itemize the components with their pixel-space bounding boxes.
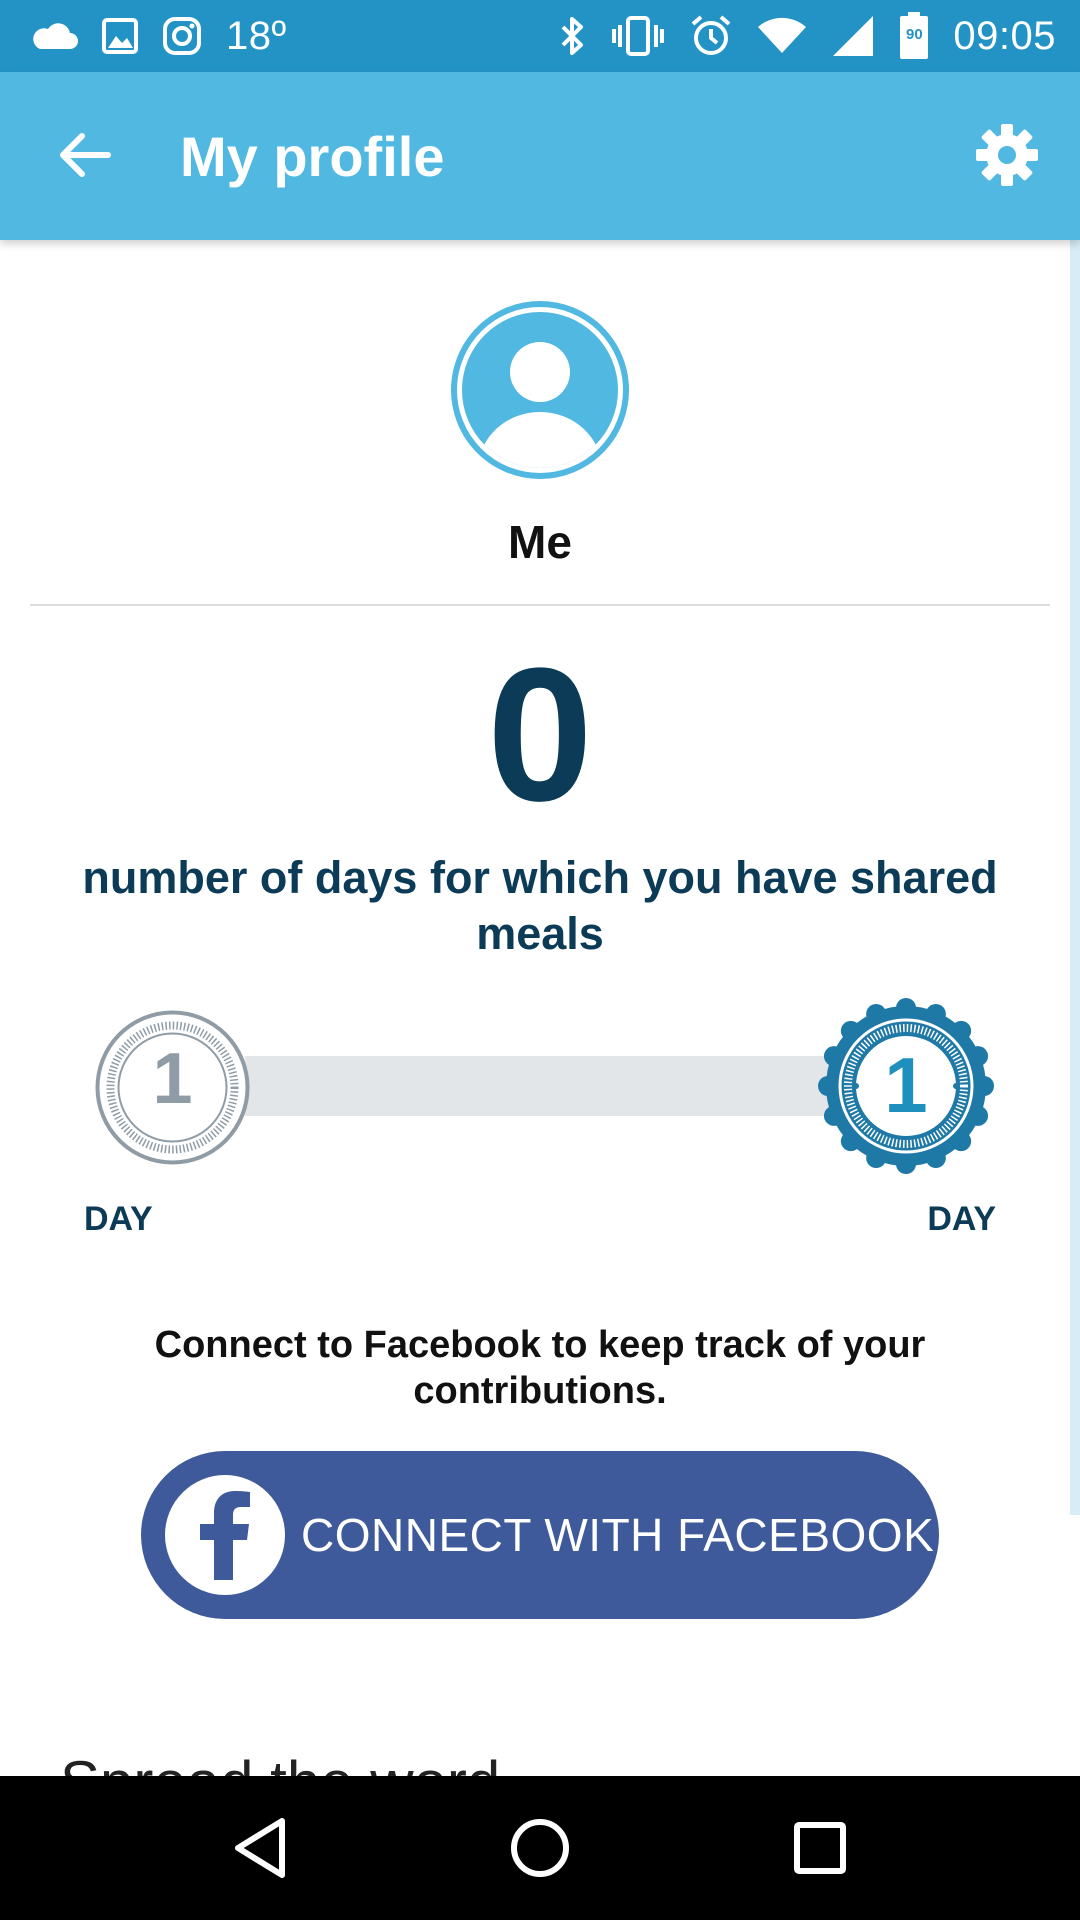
status-bar: 18º 90 09:05 bbox=[0, 0, 1080, 72]
arrow-left-icon bbox=[60, 133, 111, 177]
back-button[interactable] bbox=[52, 122, 118, 188]
nav-home-button[interactable] bbox=[485, 1793, 595, 1903]
signal-icon bbox=[831, 14, 875, 58]
page-title: My profile bbox=[180, 125, 445, 188]
avatar[interactable] bbox=[450, 300, 630, 480]
connect-facebook-text: Connect to Facebook to keep track of you… bbox=[154, 1324, 926, 1413]
bluetooth-icon bbox=[559, 15, 587, 57]
app-bar: My profile bbox=[0, 72, 1080, 240]
start-day-label: DAY bbox=[84, 1200, 153, 1238]
status-bar-right: 90 09:05 bbox=[559, 0, 1056, 72]
divider bbox=[30, 604, 1050, 606]
home-circle-icon bbox=[511, 1819, 569, 1877]
status-bar-left: 18º bbox=[30, 0, 287, 72]
facebook-icon bbox=[165, 1475, 285, 1595]
gear-icon bbox=[976, 124, 1038, 186]
settings-button[interactable] bbox=[970, 118, 1044, 192]
image-icon bbox=[102, 18, 138, 54]
connect-facebook-label: CONNECT WITH FACEBOOK bbox=[301, 1509, 935, 1561]
cloud-icon bbox=[30, 21, 78, 51]
start-medal-value: 1 bbox=[152, 1039, 193, 1119]
end-medal-value: 1 bbox=[884, 1041, 928, 1129]
navigation-bar bbox=[0, 1776, 1080, 1920]
start-medal: 1 bbox=[95, 1010, 250, 1165]
battery-icon: 90 bbox=[899, 12, 929, 60]
recents-square-icon bbox=[794, 1822, 846, 1874]
battery-level-text: 90 bbox=[906, 26, 923, 43]
user-avatar-icon bbox=[451, 301, 629, 479]
temperature-text: 18º bbox=[226, 13, 287, 58]
scroll-indicator bbox=[1070, 240, 1080, 1515]
clock-text: 09:05 bbox=[953, 13, 1056, 58]
instagram-icon bbox=[162, 16, 202, 56]
days-shared-count: 0 bbox=[487, 629, 593, 841]
wifi-icon bbox=[757, 17, 807, 55]
connect-facebook-button[interactable]: CONNECT WITH FACEBOOK bbox=[141, 1451, 939, 1619]
alarm-icon bbox=[689, 14, 733, 58]
days-shared-caption: number of days for which you have shared… bbox=[82, 852, 998, 960]
progress-track bbox=[245, 1056, 845, 1116]
back-triangle-icon bbox=[235, 1818, 285, 1878]
nav-recents-button[interactable] bbox=[765, 1793, 875, 1903]
vibrate-icon bbox=[611, 15, 665, 57]
profile-name: Me bbox=[508, 516, 572, 568]
nav-back-button[interactable] bbox=[205, 1793, 315, 1903]
screen: 18º 90 09:05 My profile Me 0 number of d… bbox=[0, 0, 1080, 1920]
end-medal: 1 bbox=[818, 998, 994, 1174]
end-day-label: DAY bbox=[927, 1200, 996, 1238]
